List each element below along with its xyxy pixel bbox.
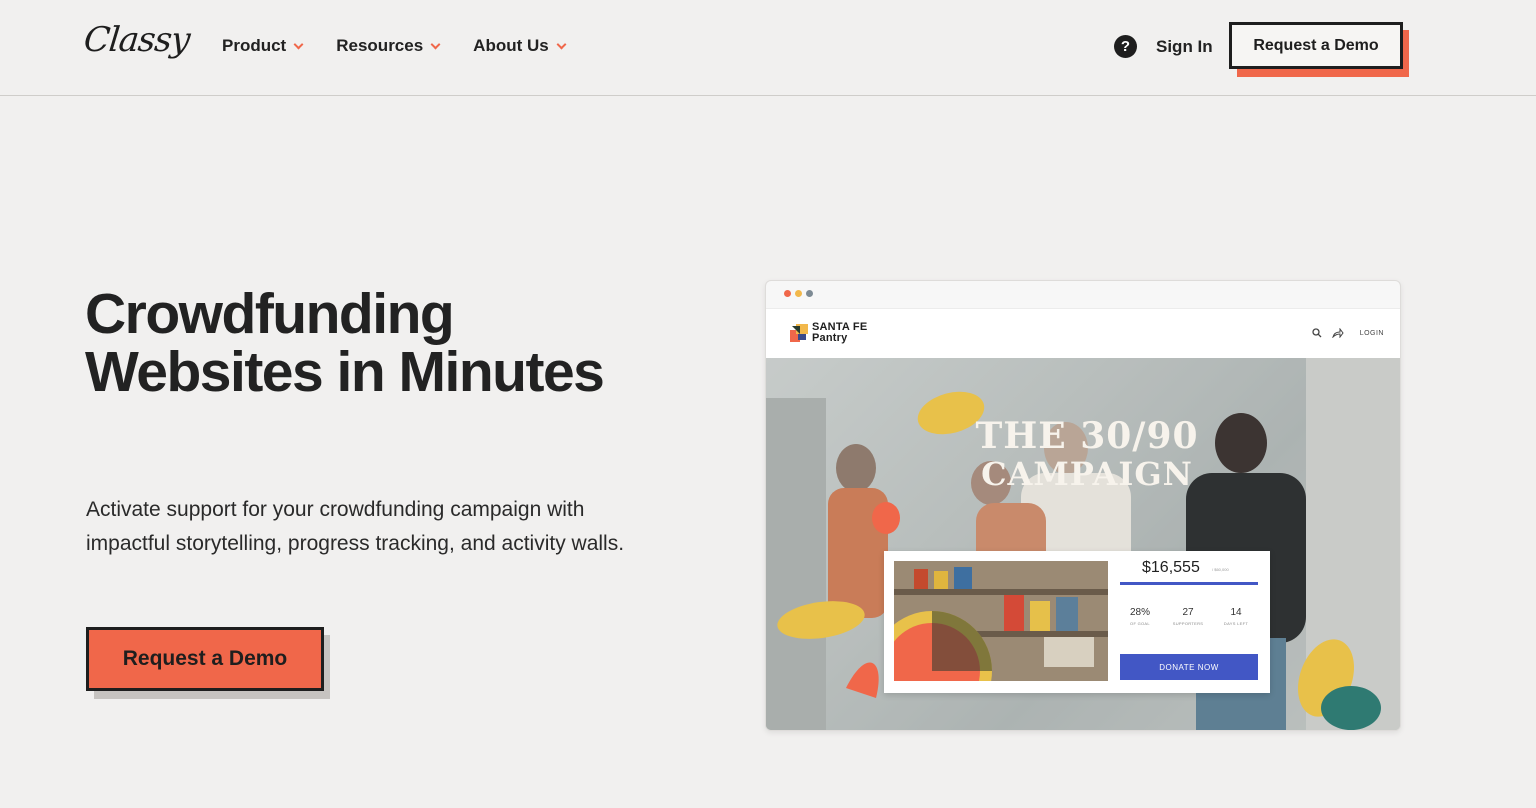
window-dot-gray bbox=[806, 290, 813, 297]
campaign-progress-card: $16,555 / $60,000 28% OF GOAL 27 SUPPORT… bbox=[884, 551, 1270, 693]
header-demo-button-wrap: Request a Demo bbox=[1229, 22, 1409, 77]
hero-subtitle: Activate support for your crowdfunding c… bbox=[86, 498, 625, 555]
campaign-hero-photo: THE 30/90 CAMPAIGN $16,555 / $60,000 28%… bbox=[766, 358, 1400, 730]
santa-fe-logo-icon bbox=[790, 324, 808, 342]
main-nav: Product Resources About Us bbox=[222, 36, 599, 56]
pantry-shelf-illustration bbox=[894, 561, 1108, 681]
progress-bar bbox=[1120, 582, 1258, 585]
chevron-down-icon bbox=[293, 39, 304, 49]
nav-resources[interactable]: Resources bbox=[336, 36, 441, 56]
help-icon[interactable]: ? bbox=[1114, 35, 1137, 58]
stat-days-left: 14 DAYS LEFT bbox=[1216, 607, 1256, 626]
site-header: Classy Product Resources About Us ? Sign… bbox=[0, 0, 1536, 96]
stat-label: DAYS LEFT bbox=[1223, 621, 1249, 626]
nav-about-us[interactable]: About Us bbox=[473, 36, 567, 56]
window-dot-yellow bbox=[795, 290, 802, 297]
org-name-line2: Pantry bbox=[812, 332, 848, 344]
classy-logo[interactable]: Classy bbox=[82, 20, 191, 60]
window-dots bbox=[784, 290, 813, 297]
mockup-nav-actions: LOGIN bbox=[1312, 328, 1384, 338]
mockup-nav: SANTA FE Pantry LOGIN bbox=[766, 308, 1400, 358]
search-icon[interactable] bbox=[1312, 328, 1322, 338]
stat-value: 27 bbox=[1182, 607, 1194, 618]
sign-in-link[interactable]: Sign In bbox=[1156, 37, 1213, 57]
stat-value: 14 bbox=[1230, 607, 1242, 618]
campaign-title-line1: THE 30/90 bbox=[975, 415, 1199, 457]
hero-request-demo-button[interactable]: Request a Demo bbox=[86, 627, 324, 691]
share-icon[interactable] bbox=[1331, 328, 1344, 338]
stat-label: SUPPORTERS bbox=[1172, 621, 1204, 626]
header-request-demo-button[interactable]: Request a Demo bbox=[1229, 22, 1403, 69]
goal-amount: / $60,000 bbox=[1212, 567, 1229, 572]
campaign-title: THE 30/90 CAMPAIGN bbox=[962, 416, 1212, 492]
campaign-title-line2: CAMPAIGN bbox=[981, 455, 1193, 493]
chevron-down-icon bbox=[430, 39, 441, 49]
nav-product-label: Product bbox=[222, 36, 287, 55]
mockup-login-link[interactable]: LOGIN bbox=[1360, 330, 1384, 337]
window-dot-red bbox=[784, 290, 791, 297]
stat-value: 28% bbox=[1129, 607, 1150, 618]
stat-percent-goal: 28% OF GOAL bbox=[1120, 607, 1160, 626]
org-name: SANTA FE Pantry bbox=[812, 322, 867, 344]
nav-about-label: About Us bbox=[473, 36, 549, 55]
hero-title: Crowdfunding Websites in Minutes bbox=[85, 282, 605, 404]
stat-label: OF GOAL bbox=[1130, 621, 1150, 626]
progress-bar-fill bbox=[1120, 582, 1258, 585]
donate-now-button[interactable]: DONATE NOW bbox=[1120, 654, 1258, 680]
stat-supporters: 27 SUPPORTERS bbox=[1168, 607, 1208, 626]
raised-amount: $16,555 bbox=[1142, 559, 1200, 576]
nav-resources-label: Resources bbox=[336, 36, 424, 55]
pantry-shelf-image bbox=[894, 561, 1108, 681]
campaign-page-mockup: SANTA FE Pantry LOGIN THE 30/90 CAMPAIGN… bbox=[765, 280, 1401, 731]
nav-product[interactable]: Product bbox=[222, 36, 304, 56]
chevron-down-icon bbox=[556, 39, 567, 49]
hero-demo-button-wrap: Request a Demo bbox=[86, 627, 330, 699]
